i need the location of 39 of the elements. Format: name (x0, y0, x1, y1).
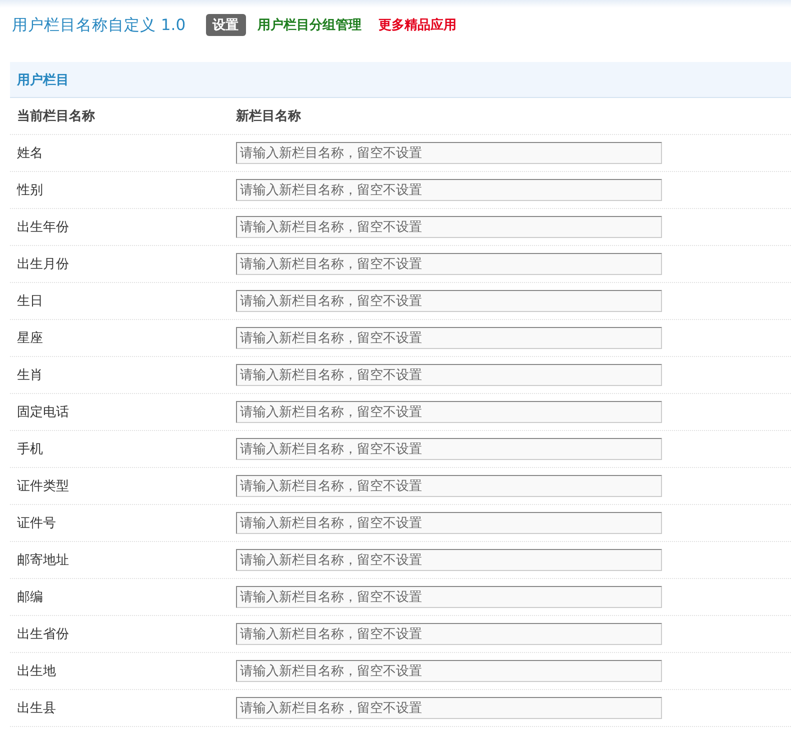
input-field[interactable]: 请输入新栏目名称，留空不设置 (236, 401, 662, 423)
page-title: 用户栏目名称自定义 1.0 (12, 14, 186, 36)
settings-tab[interactable]: 设置 (206, 14, 246, 36)
field-name: 邮寄地址 (16, 552, 70, 569)
input-field[interactable]: 请输入新栏目名称，留空不设置 (236, 179, 662, 201)
input-field[interactable]: 请输入新栏目名称，留空不设置 (236, 660, 662, 682)
field-name: 生肖 (16, 367, 44, 384)
input-field[interactable]: 请输入新栏目名称，留空不设置 (236, 549, 662, 571)
field-name: 出生月份 (16, 256, 70, 273)
input-field[interactable]: 请输入新栏目名称，留空不设置 (236, 290, 662, 312)
nav-link[interactable]: 更多精品应用 (378, 16, 457, 34)
field-name: 姓名 (16, 145, 44, 162)
input-field[interactable]: 请输入新栏目名称，留空不设置 (236, 512, 662, 534)
field-name: 证件类型 (16, 478, 70, 495)
input-field[interactable]: 请输入新栏目名称，留空不设置 (236, 364, 662, 386)
input-field[interactable]: 请输入新栏目名称，留空不设置 (236, 253, 662, 275)
input-field[interactable]: 请输入新栏目名称，留空不设置 (236, 438, 662, 460)
field-name: 手机 (16, 441, 44, 458)
column-header: 新栏目名称 (236, 108, 301, 125)
field-name: 邮编 (16, 589, 44, 606)
section-title: 用户栏目 (17, 72, 69, 88)
input-field[interactable]: 请输入新栏目名称，留空不设置 (236, 697, 662, 719)
field-name: 出生县 (16, 700, 57, 717)
input-field[interactable]: 请输入新栏目名称，留空不设置 (236, 475, 662, 497)
input-field[interactable]: 请输入新栏目名称，留空不设置 (236, 623, 662, 645)
field-name: 星座 (16, 330, 44, 347)
nav-link[interactable]: 用户栏目分组管理 (258, 16, 362, 34)
input-field[interactable]: 请输入新栏目名称，留空不设置 (236, 586, 662, 608)
field-name: 固定电话 (16, 404, 70, 421)
field-name: 出生地 (16, 663, 57, 680)
field-name: 出生年份 (16, 219, 70, 236)
column-header: 当前栏目名称 (16, 108, 96, 125)
field-name: 性别 (16, 182, 44, 199)
field-name: 证件号 (16, 515, 57, 532)
field-name: 生日 (16, 293, 44, 310)
field-name: 出生省份 (16, 626, 70, 643)
input-field[interactable]: 请输入新栏目名称，留空不设置 (236, 142, 662, 164)
input-field[interactable]: 请输入新栏目名称，留空不设置 (236, 327, 662, 349)
input-field[interactable]: 请输入新栏目名称，留空不设置 (236, 216, 662, 238)
